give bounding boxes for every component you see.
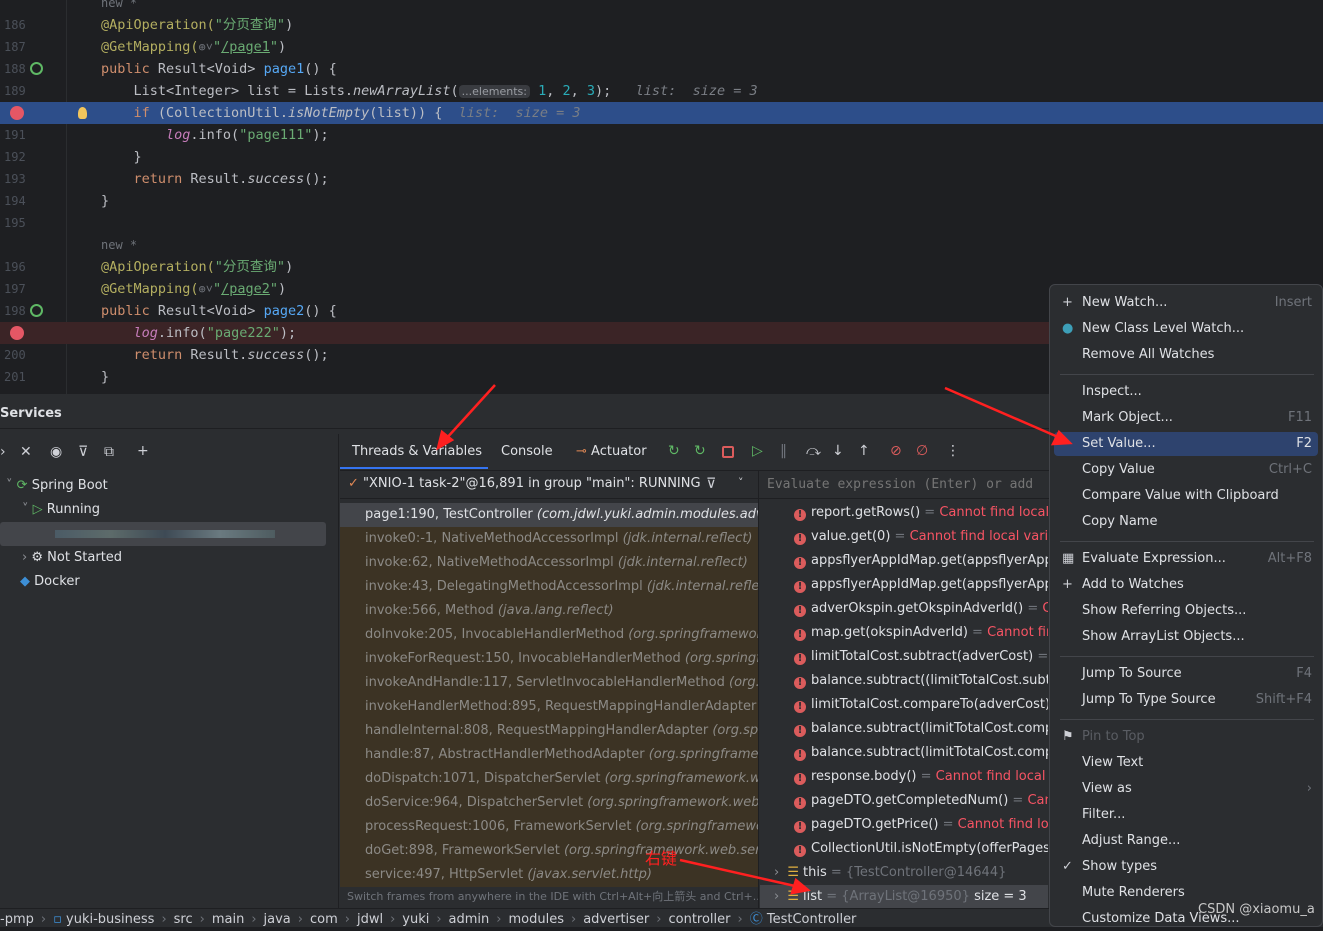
annotation-overlay [436, 384, 1073, 895]
arrowhead [790, 877, 811, 895]
arrow-to-list-variable [679, 858, 796, 888]
arrow-to-threads-tab [444, 384, 496, 441]
arrow-to-set-value [944, 386, 1059, 439]
arrowhead [1050, 429, 1073, 446]
watermark: CSDN @xiaomu_a [1198, 902, 1315, 917]
right-click-annotation: 右键 [645, 849, 678, 868]
